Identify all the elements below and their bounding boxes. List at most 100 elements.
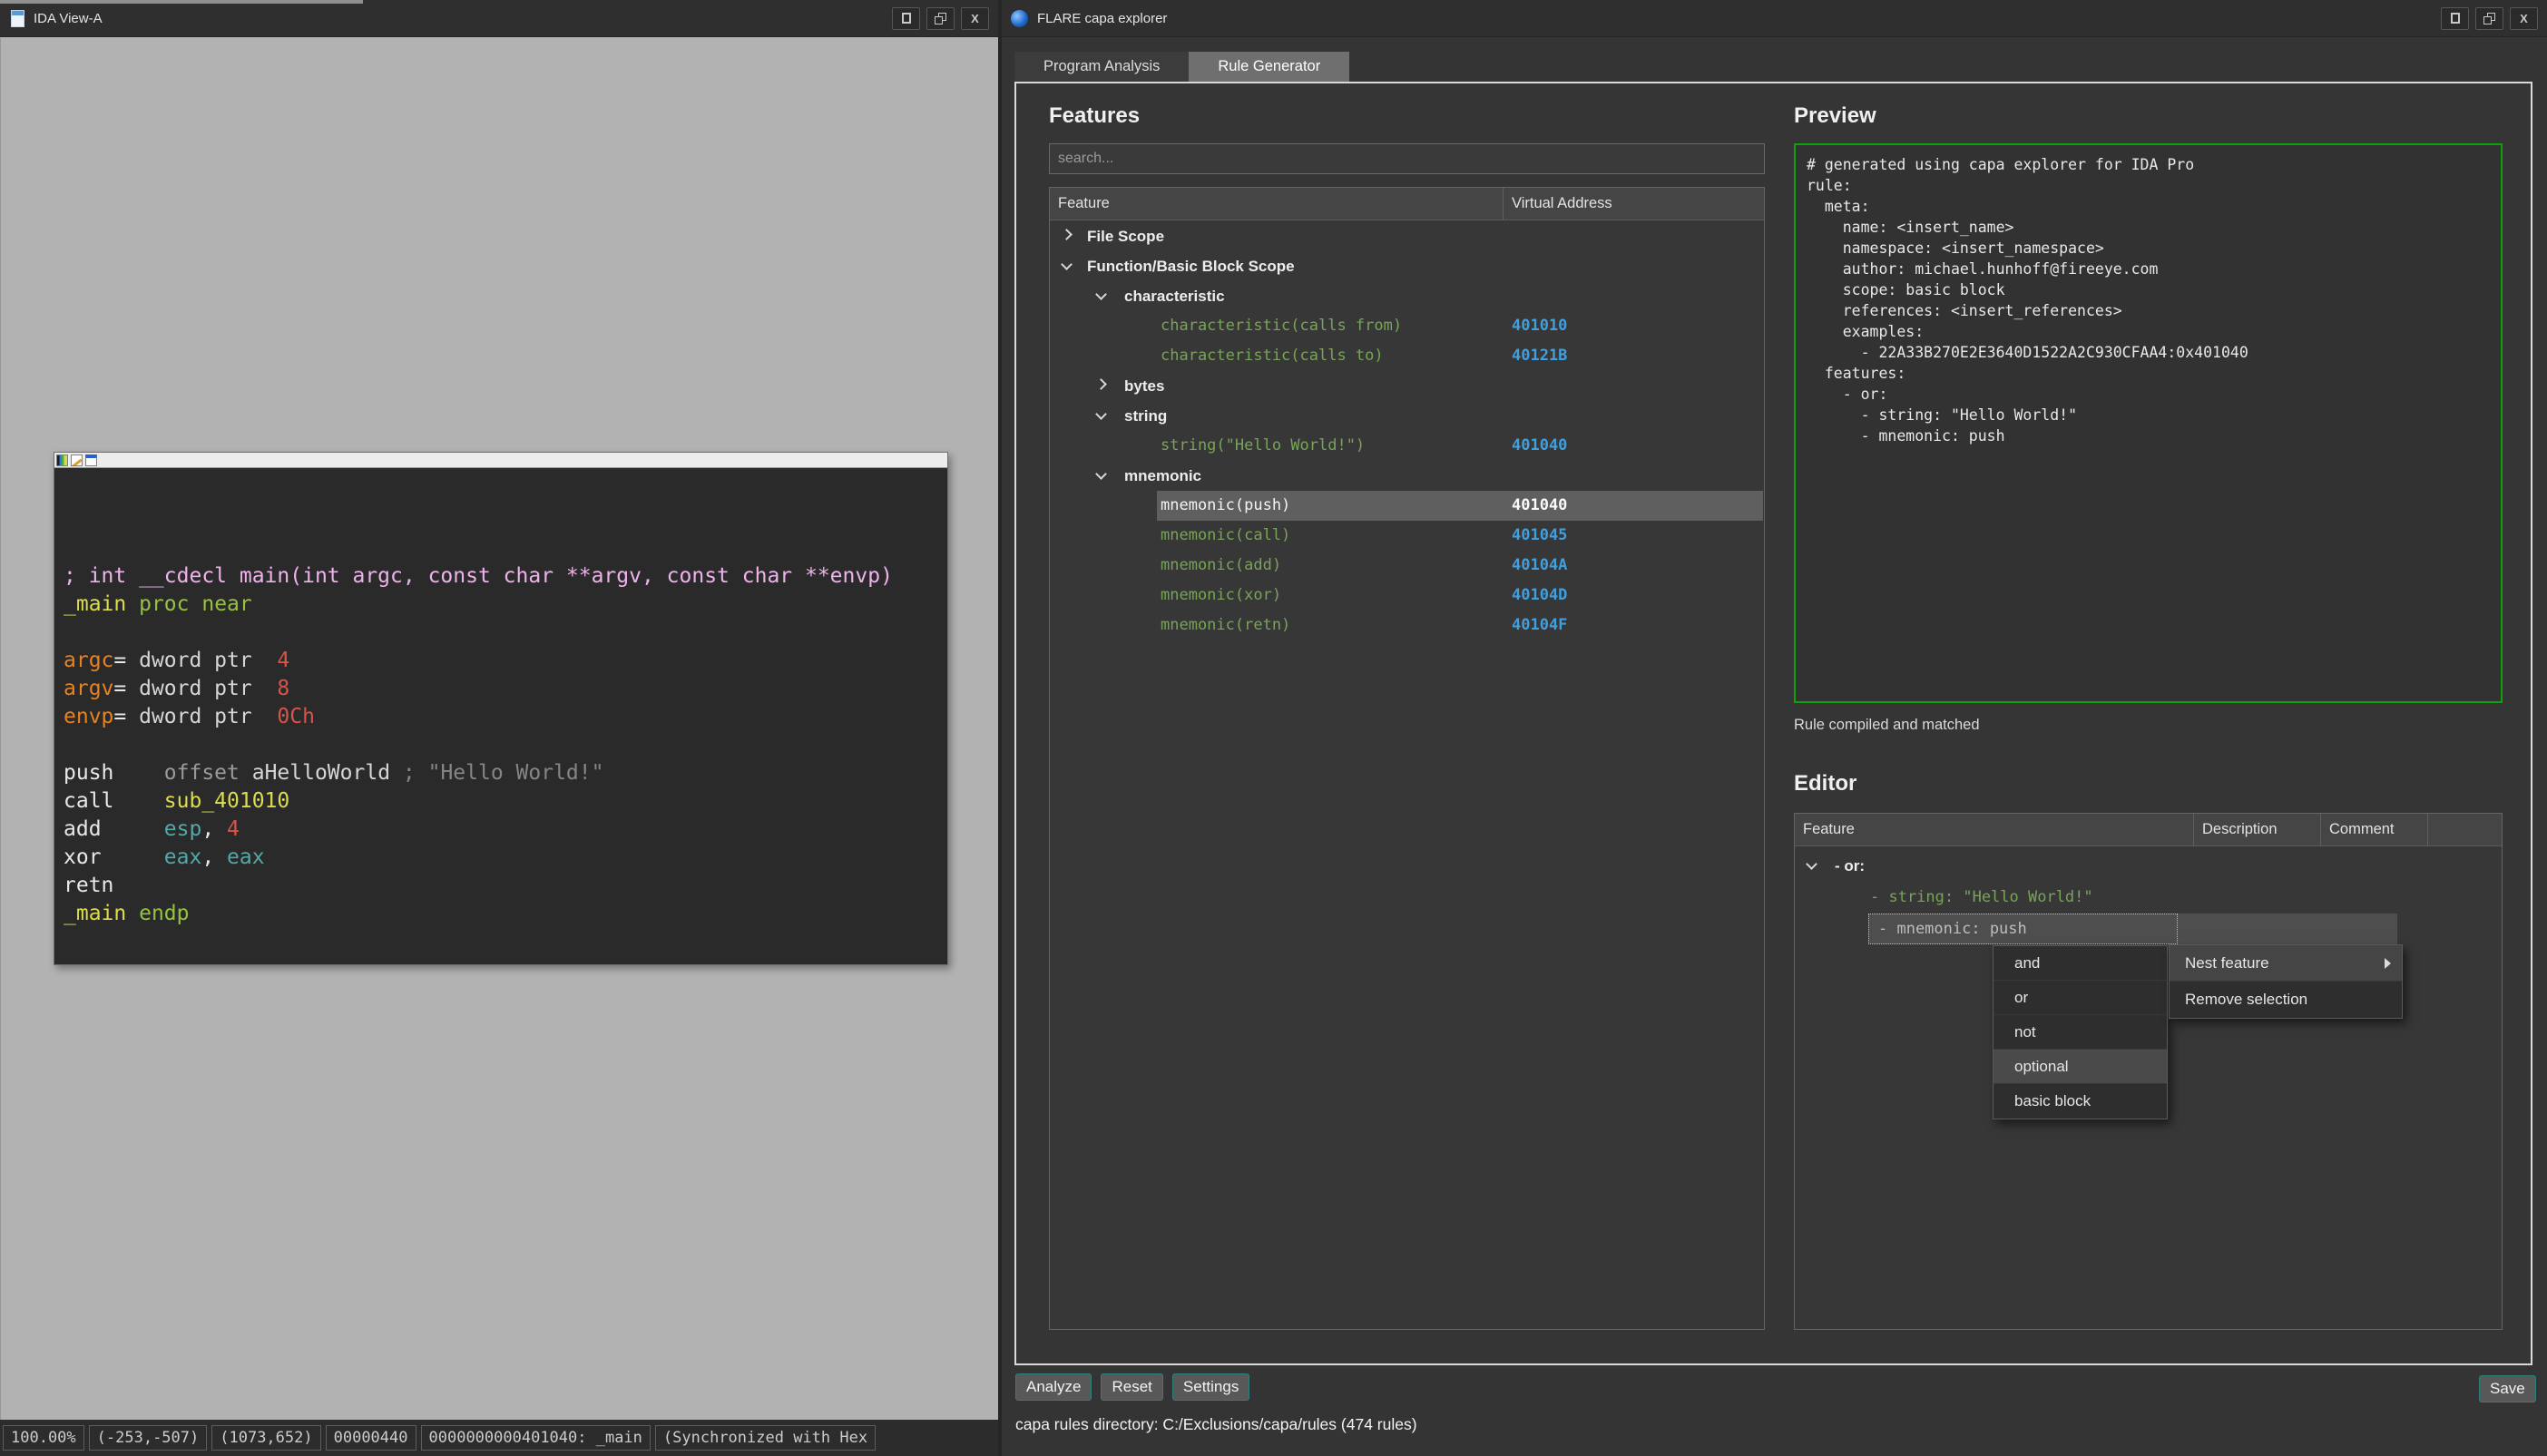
virtual-address[interactable]: 40121B (1512, 341, 1567, 371)
feature-tree-row[interactable]: mnemonic(push)401040 (1050, 491, 1763, 521)
code-line[interactable]: ; int __cdecl main(int argc, const char … (64, 562, 947, 591)
search-input[interactable] (1049, 143, 1765, 174)
rule-preview-editor[interactable]: # generated using capa explorer for IDA … (1794, 143, 2503, 703)
code-token: _main (64, 592, 126, 616)
code-line[interactable]: xor eax, eax (64, 844, 947, 872)
feature-tree-row[interactable]: mnemonic (1050, 461, 1763, 491)
code-line[interactable]: call sub_401010 (64, 787, 947, 816)
code-line[interactable]: _main proc near (64, 591, 947, 619)
column-header-comment[interactable]: Comment (2321, 814, 2428, 845)
feature-tree-row[interactable]: characteristic (1050, 281, 1763, 311)
code-line[interactable]: push offset aHelloWorld ; "Hello World!" (64, 759, 947, 787)
feature-tree-row[interactable]: string (1050, 401, 1763, 431)
palette-icon[interactable] (56, 454, 68, 466)
close-icon: X (2520, 13, 2528, 24)
code-token: , (201, 845, 227, 869)
disassembly-window[interactable]: ; int __cdecl main(int argc, const char … (54, 452, 948, 965)
virtual-address[interactable]: 401040 (1512, 431, 1567, 461)
virtual-address[interactable]: 40104A (1512, 551, 1567, 581)
editor-row[interactable]: - mnemonic: push (1795, 914, 2502, 945)
virtual-address[interactable]: 40104D (1512, 581, 1567, 611)
chevron-right-icon[interactable] (1095, 378, 1107, 390)
code-token (126, 592, 139, 616)
chevron-down-icon[interactable] (1095, 468, 1107, 480)
code-line[interactable]: argv= dword ptr 8 (64, 675, 947, 703)
menu-item-basic-block[interactable]: basic block (1994, 1084, 2167, 1119)
settings-button[interactable]: Settings (1172, 1373, 1249, 1401)
code-token: 4 (227, 817, 240, 841)
virtual-address[interactable]: 401010 (1512, 311, 1567, 341)
editor-row[interactable]: - or: (1795, 850, 2502, 882)
maximize-icon (2451, 13, 2460, 24)
feature-tree-row[interactable]: mnemonic(add)40104A (1050, 551, 1763, 581)
code-line[interactable]: add esp, 4 (64, 816, 947, 844)
menu-item-nest-feature[interactable]: Nest feature (2170, 945, 2402, 982)
column-header-description[interactable]: Description (2194, 814, 2321, 845)
virtual-address[interactable]: 40104F (1512, 611, 1567, 640)
feature-tree-row[interactable]: characteristic(calls from) 401010 (1050, 311, 1763, 341)
menu-item-label: Nest feature (2185, 954, 2269, 972)
feature-label: characteristic(calls from) (1161, 311, 1402, 341)
edit-icon[interactable] (71, 454, 83, 466)
ida-titlebar[interactable]: IDA View-A X (0, 0, 998, 37)
menu-item-or[interactable]: or (1994, 981, 2167, 1015)
float-button[interactable] (2475, 7, 2503, 30)
views-icon[interactable] (85, 454, 97, 466)
column-header-feature[interactable]: Feature (1795, 814, 2194, 845)
code-line[interactable]: envp= dword ptr 0Ch (64, 703, 947, 731)
menu-item-not[interactable]: not (1994, 1015, 2167, 1050)
window-edge-strip (0, 0, 363, 4)
status-segment: (Synchronized with Hex (655, 1425, 876, 1451)
virtual-address[interactable]: 401040 (1512, 491, 1567, 521)
analyze-button[interactable]: Analyze (1015, 1373, 1092, 1401)
capa-titlebar[interactable]: FLARE capa explorer X (1002, 0, 2547, 37)
feature-tree-row[interactable]: mnemonic(call) 401045 (1050, 521, 1763, 551)
code-line[interactable]: _main endp (64, 900, 947, 928)
code-token: ; int __cdecl main(int argc, const char … (64, 564, 893, 588)
feature-label: mnemonic(call) (1161, 521, 1290, 551)
code-token: dword ptr (139, 677, 277, 700)
maximize-button[interactable] (892, 7, 920, 30)
chevron-down-icon[interactable] (1806, 858, 1817, 870)
capa-window-controls: X (2441, 7, 2538, 30)
menu-item-optional[interactable]: optional (1994, 1050, 2167, 1084)
code-line[interactable] (64, 619, 947, 647)
close-button[interactable]: X (2510, 7, 2538, 30)
editor-row[interactable]: - string: "Hello World!" (1795, 882, 2502, 914)
ida-window-controls: X (892, 7, 989, 30)
disassembly-listing[interactable]: ; int __cdecl main(int argc, const char … (54, 468, 947, 964)
code-token: = (113, 649, 139, 672)
maximize-button[interactable] (2441, 7, 2469, 30)
save-button[interactable]: Save (2479, 1375, 2536, 1402)
code-line[interactable]: retn (64, 872, 947, 900)
features-table-header: Feature Virtual Address (1050, 188, 1764, 220)
menu-item-and[interactable]: and (1994, 946, 2167, 981)
code-line[interactable] (64, 731, 947, 759)
chevron-down-icon[interactable] (1095, 408, 1107, 420)
features-tree: File ScopeFunction/Basic Block Scopechar… (1050, 221, 1763, 640)
code-line[interactable]: argc= dword ptr 4 (64, 647, 947, 675)
feature-tree-row[interactable]: bytes (1050, 371, 1763, 401)
float-button[interactable] (926, 7, 955, 30)
close-button[interactable]: X (961, 7, 989, 30)
chevron-down-icon[interactable] (1061, 259, 1073, 270)
menu-item-remove-selection[interactable]: Remove selection (2170, 982, 2402, 1018)
reset-button[interactable]: Reset (1101, 1373, 1162, 1401)
editor-group-label: - or: (1835, 850, 1865, 882)
feature-tree-row[interactable]: mnemonic(xor)40104D (1050, 581, 1763, 611)
tab-rule-generator[interactable]: Rule Generator (1189, 52, 1349, 82)
column-header-virtual-address[interactable]: Virtual Address (1504, 188, 1764, 220)
editor-heading: Editor (1794, 771, 1856, 796)
feature-tree-row[interactable]: mnemonic(retn)40104F (1050, 611, 1763, 640)
chevron-right-icon[interactable] (1061, 229, 1073, 240)
editor-table-header: Feature Description Comment (1795, 814, 2502, 846)
tab-program-analysis[interactable]: Program Analysis (1014, 52, 1189, 82)
column-header-feature[interactable]: Feature (1050, 188, 1504, 220)
chevron-down-icon[interactable] (1095, 288, 1107, 300)
feature-tree-row[interactable]: characteristic(calls to)40121B (1050, 341, 1763, 371)
feature-group-label: string (1124, 401, 1167, 431)
feature-tree-row[interactable]: Function/Basic Block Scope (1050, 251, 1763, 281)
feature-tree-row[interactable]: File Scope (1050, 221, 1763, 251)
feature-tree-row[interactable]: string("Hello World!")401040 (1050, 431, 1763, 461)
virtual-address[interactable]: 401045 (1512, 521, 1567, 551)
